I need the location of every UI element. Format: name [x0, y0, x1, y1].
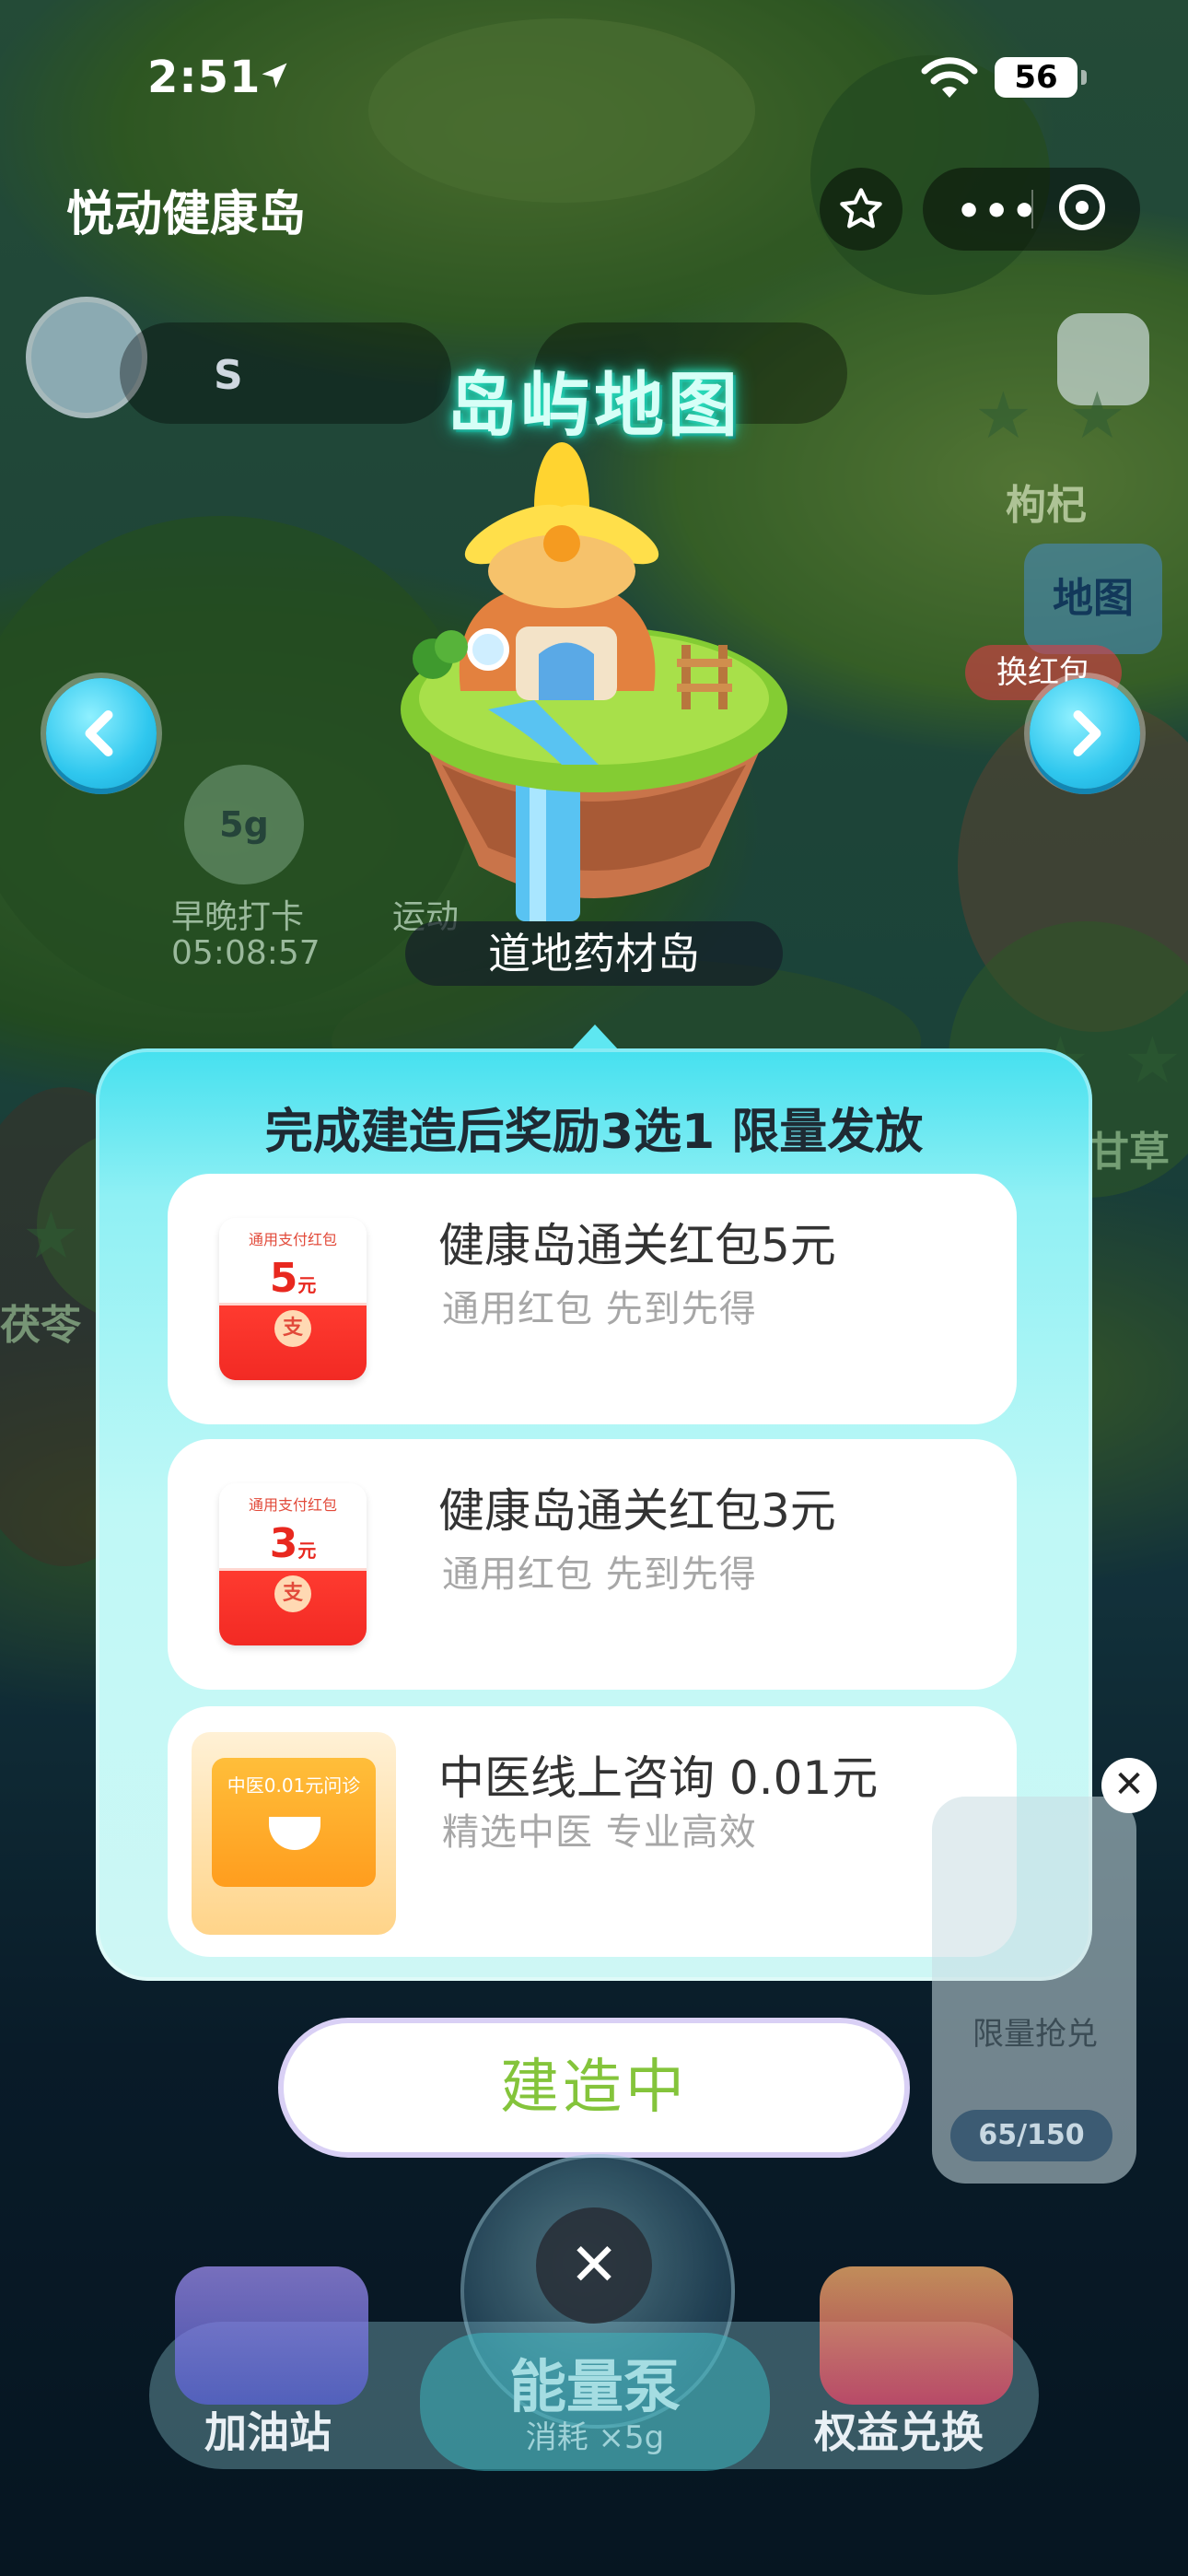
chevron-left-icon	[85, 710, 113, 756]
gas-station-icon	[175, 2266, 368, 2405]
battery-cap	[1081, 70, 1087, 85]
next-island-button[interactable]	[1030, 678, 1140, 789]
reward-subtitle: 通用红包 先到先得	[442, 1553, 757, 1596]
envelope-amount: 5元	[219, 1255, 367, 1302]
reward-title: 健康岛通关红包3元	[438, 1484, 836, 1538]
energy-pump-cost: 消耗 ×5g	[525, 2419, 665, 2456]
star-icon: ★	[1124, 1023, 1182, 1098]
medicine-bowl-icon	[269, 1817, 320, 1850]
map-button: 地图	[1024, 544, 1162, 654]
reward-option-card[interactable]: 通用支付红包 5元 支 健康岛通关红包5元 通用红包 先到先得	[168, 1174, 1017, 1424]
herb-label-gouqi: 枸杞	[1006, 482, 1087, 529]
herb-label-gancao: 甘草	[1089, 1129, 1170, 1176]
star-outline-icon	[840, 188, 882, 228]
gift-box-icon	[820, 2266, 1013, 2405]
page-title: 悦动健康岛	[66, 187, 307, 242]
red-envelope-icon: 通用支付红包 5元 支	[219, 1218, 367, 1380]
energy-bubble: 5g	[184, 765, 304, 884]
status-bar: 2:51 56	[0, 0, 1188, 157]
limited-offer-progress: 65/150	[950, 2110, 1112, 2161]
reward-title: 中医线上咨询 0.01元	[438, 1751, 879, 1805]
more-options-icon[interactable]: •••	[956, 188, 1039, 235]
limited-offer-label: 限量抢兑	[973, 2016, 1098, 2053]
miniprogram-capsule: •••	[923, 168, 1140, 251]
reward-option-card[interactable]: 通用支付红包 3元 支 健康岛通关红包3元 通用红包 先到先得	[168, 1439, 1017, 1690]
envelope-amount-value: 5	[269, 1255, 298, 1302]
envelope-amount-value: 3	[269, 1520, 298, 1567]
gas-station-button[interactable]: 加油站	[204, 2399, 332, 2460]
checkin-timer: 05:08:57	[171, 934, 320, 972]
location-arrow-icon	[262, 63, 287, 88]
reward-panel-heading: 完成建造后奖励3选1 限量发放	[264, 1105, 924, 1160]
benefit-exchange-button[interactable]: 权益兑换	[814, 2399, 984, 2460]
ticket-caption: 中医0.01元问诊	[227, 1774, 361, 1797]
island-illustration	[401, 442, 787, 921]
close-icon[interactable]: ✕	[1101, 1758, 1157, 1813]
envelope-caption: 通用支付红包	[248, 1496, 337, 1514]
envelope-amount-unit: 元	[297, 1274, 317, 1296]
building-status-button[interactable]: 建造中	[278, 2018, 910, 2158]
checkin-label: 早晚打卡	[171, 898, 305, 936]
red-envelope-icon: 通用支付红包 3元 支	[219, 1483, 367, 1645]
envelope-amount-unit: 元	[297, 1540, 317, 1562]
star-icon: ★	[22, 1198, 80, 1273]
alipay-coin-icon: 支	[274, 1575, 311, 1612]
reward-option-card[interactable]: 中医0.01元问诊 中医线上咨询 0.01元 精选中医 专业高效	[168, 1706, 1017, 1957]
consult-ticket: 中医0.01元问诊	[212, 1758, 376, 1887]
capsule-divider	[1031, 190, 1033, 228]
wifi-icon	[921, 57, 978, 98]
tcm-consult-icon: 中医0.01元问诊	[192, 1732, 396, 1935]
previous-island-button[interactable]	[46, 678, 157, 789]
reward-subtitle: 通用红包 先到先得	[442, 1288, 757, 1330]
close-modal-button[interactable]: ✕	[536, 2207, 652, 2324]
envelope-caption: 通用支付红包	[248, 1231, 337, 1248]
panel-pointer	[571, 1025, 619, 1050]
close-miniprogram-icon[interactable]	[1059, 184, 1105, 230]
reward-title: 健康岛通关红包5元	[438, 1219, 836, 1272]
energy-pump-title: 能量泵	[508, 2353, 681, 2420]
envelope-amount: 3元	[219, 1520, 367, 1567]
alipay-coin-icon: 支	[274, 1310, 311, 1347]
chevron-right-icon	[1073, 710, 1101, 756]
favorite-button[interactable]	[820, 168, 903, 251]
clock: 2:51	[147, 52, 262, 103]
reward-subtitle: 精选中医 专业高效	[442, 1811, 757, 1854]
herb-label-fuling: 茯苓	[0, 1302, 81, 1349]
battery-indicator: 56	[995, 57, 1077, 98]
island-name-label: 道地药材岛	[405, 921, 783, 986]
